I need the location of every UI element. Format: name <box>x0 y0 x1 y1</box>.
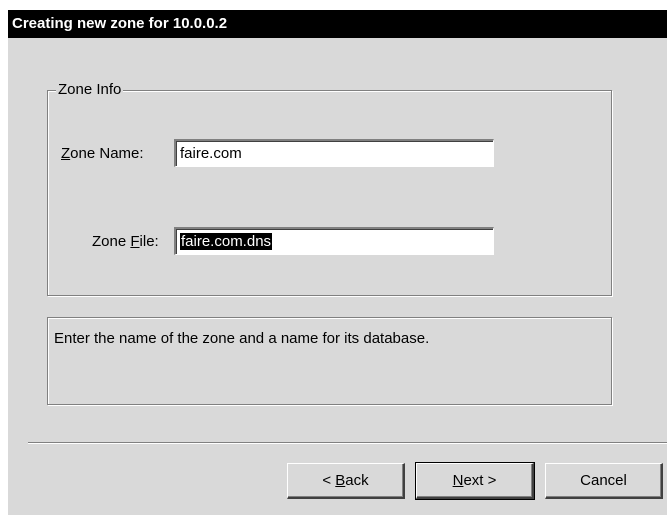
button-separator <box>28 442 667 444</box>
new-zone-dialog: Creating new zone for 10.0.0.2 Zone Info… <box>8 10 667 515</box>
zone-name-label: Zone Name: <box>61 145 144 162</box>
back-button[interactable]: < Back <box>287 463 405 499</box>
next-button[interactable]: Next > <box>415 462 535 500</box>
zone-info-group-label: Zone Info <box>56 80 124 100</box>
zone-info-group: Zone Info Zone Name: faire.com Zone File… <box>47 80 612 296</box>
dialog-title: Creating new zone for 10.0.0.2 <box>8 10 667 38</box>
description-box: Enter the name of the zone and a name fo… <box>47 317 612 405</box>
zone-file-label: Zone File: <box>92 233 159 250</box>
zone-file-selected-text: faire.com.dns <box>180 233 273 250</box>
description-text: Enter the name of the zone and a name fo… <box>54 330 430 347</box>
cancel-button[interactable]: Cancel <box>545 463 663 499</box>
zone-name-input[interactable]: faire.com <box>174 139 494 167</box>
zone-file-input[interactable]: faire.com.dns <box>174 227 494 255</box>
